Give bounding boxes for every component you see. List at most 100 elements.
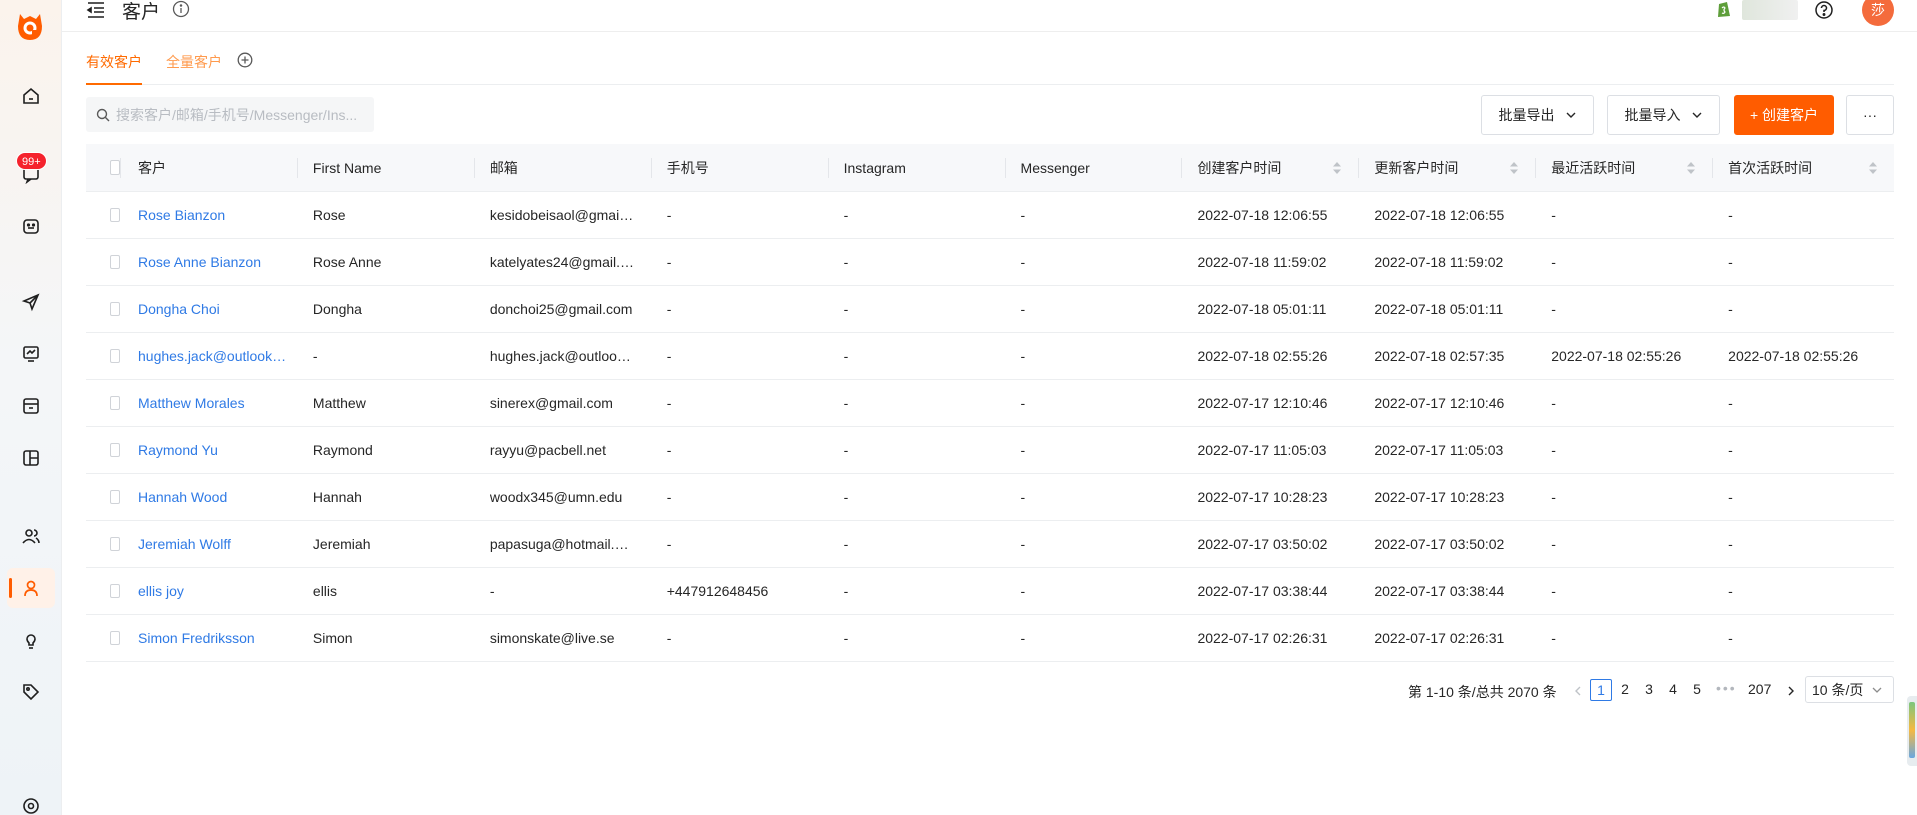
sidebar-item-home[interactable] <box>7 76 55 116</box>
table-row[interactable]: Rose Anne Bianzon Rose Anne katelyates24@g… <box>86 239 1894 286</box>
cell-messenger: - <box>1020 583 1026 599</box>
page-size-select[interactable]: 10 条/页 <box>1805 676 1894 703</box>
cell-phone: - <box>666 630 672 646</box>
row-checkbox[interactable] <box>110 537 120 551</box>
cell-messenger: - <box>1020 301 1026 317</box>
row-checkbox[interactable] <box>110 631 120 645</box>
customer-name-link[interactable]: Jeremiah Wolff <box>138 536 231 552</box>
info-icon[interactable] <box>172 0 190 18</box>
column-header-recent-active[interactable]: 最近活跃时间 <box>1535 144 1712 191</box>
sort-icon[interactable] <box>1686 161 1696 175</box>
row-checkbox-cell <box>86 427 120 473</box>
batch-import-button[interactable]: 批量导入 <box>1607 95 1720 135</box>
cell-recent-active: - <box>1535 192 1712 238</box>
select-all-checkbox[interactable] <box>110 160 120 175</box>
row-checkbox[interactable] <box>110 490 120 504</box>
table-row[interactable]: hughes.jack@outlook.com - hughes.jack@outl… <box>86 333 1894 380</box>
row-checkbox[interactable] <box>110 208 120 222</box>
cell-instagram: - <box>843 207 849 223</box>
customer-name-link[interactable]: Raymond Yu <box>138 442 218 458</box>
cell-instagram: - <box>828 239 1005 285</box>
customer-name-link[interactable]: ellis joy <box>138 583 184 599</box>
sidebar-item-inbox[interactable] <box>7 386 55 426</box>
customer-name-link[interactable]: Matthew Morales <box>138 395 245 411</box>
cell-recent-active: - <box>1551 536 1556 552</box>
cell-email: woodx345@umn.edu <box>489 489 623 505</box>
tab-active-customers[interactable]: 有效客户 <box>86 52 142 85</box>
row-checkbox[interactable] <box>110 584 120 598</box>
customer-name-link[interactable]: Hannah Wood <box>138 489 227 505</box>
batch-export-button[interactable]: 批量导出 <box>1481 95 1594 135</box>
next-page-icon[interactable] <box>1785 684 1797 698</box>
user-avatar[interactable]: 莎 <box>1862 0 1894 26</box>
row-checkbox[interactable] <box>110 349 120 363</box>
customer-name-link[interactable]: Rose Bianzon <box>138 207 225 223</box>
customer-name-cell: Simon Fredriksson <box>120 615 297 661</box>
sidebar-item-layout[interactable] <box>7 438 55 478</box>
page-5[interactable]: 5 <box>1686 679 1708 701</box>
cell-instagram: - <box>843 489 849 505</box>
customer-name-link[interactable]: Dongha Choi <box>138 301 220 317</box>
table-row[interactable]: Hannah Wood Hannah woodx345@umn.edu - - - 2022… <box>86 474 1894 521</box>
more-actions-button[interactable]: ··· <box>1846 95 1894 135</box>
page-4[interactable]: 4 <box>1662 679 1684 701</box>
cell-first-name: - <box>297 333 474 379</box>
table-row[interactable]: Matthew Morales Matthew sinerex@gmail.com -… <box>86 380 1894 427</box>
create-customer-button[interactable]: + 创建客户 <box>1734 95 1834 135</box>
shopify-icon[interactable] <box>1716 0 1732 18</box>
table-row[interactable]: Dongha Choi Dongha donchoi25@gmail.com - - - 2… <box>86 286 1894 333</box>
customer-name-link[interactable]: hughes.jack@outlook.com <box>138 348 288 364</box>
table-row[interactable]: Raymond Yu Raymond rayyu@pacbell.net - - - 202… <box>86 427 1894 474</box>
search-input[interactable] <box>116 106 366 123</box>
customer-name-link[interactable]: Simon Fredriksson <box>138 630 255 646</box>
sidebar-item-bot[interactable] <box>7 206 55 246</box>
row-checkbox[interactable] <box>110 302 120 316</box>
customer-name-cell: Rose Bianzon <box>120 192 297 238</box>
tab-all-customers[interactable]: 全量客户 <box>166 52 222 72</box>
page-2[interactable]: 2 <box>1614 679 1636 701</box>
sort-icon[interactable] <box>1868 161 1878 175</box>
column-header-created-time[interactable]: 创建客户时间 <box>1181 144 1358 191</box>
sidebar-item-team[interactable] <box>7 516 55 556</box>
customer-name-cell: Jeremiah Wolff <box>120 521 297 567</box>
sidebar-item-settings[interactable] <box>7 786 55 815</box>
sidebar-item-analytics[interactable] <box>7 334 55 374</box>
cell-created-time: 2022-07-17 11:05:03 <box>1181 427 1358 473</box>
sort-icon[interactable] <box>1332 161 1342 175</box>
column-header-first-active[interactable]: 首次活跃时间 <box>1712 144 1894 191</box>
row-checkbox[interactable] <box>110 255 120 269</box>
table-row[interactable]: Simon Fredriksson Simon simonskate@live.se… <box>86 615 1894 662</box>
cell-phone: - <box>651 192 828 238</box>
sidebar-item-campaign[interactable] <box>7 282 55 322</box>
cell-messenger: - <box>1020 207 1026 223</box>
sidebar-item-customers[interactable] <box>7 568 55 608</box>
cell-messenger: - <box>1005 474 1182 520</box>
customer-name-link[interactable]: Rose Anne Bianzon <box>138 254 261 270</box>
app-logo[interactable] <box>14 10 46 44</box>
column-header-updated-time[interactable]: 更新客户时间 <box>1358 144 1535 191</box>
cell-created-time: 2022-07-18 11:59:02 <box>1181 239 1358 285</box>
cell-messenger: - <box>1005 239 1182 285</box>
cell-email: kesidobeisaol@gmail.com <box>489 207 635 223</box>
table-row[interactable]: Rose Bianzon Rose kesidobeisaol@gmail.com -… <box>86 192 1894 239</box>
menu-fold-icon[interactable] <box>86 0 106 20</box>
row-checkbox[interactable] <box>110 396 120 410</box>
row-checkbox-cell <box>86 380 120 426</box>
cell-instagram: - <box>843 254 849 270</box>
floating-widget[interactable] <box>1907 696 1917 766</box>
page-ellipsis[interactable]: ••• <box>1716 680 1737 696</box>
help-icon[interactable] <box>1814 0 1834 20</box>
page-1[interactable]: 1 <box>1590 679 1612 701</box>
table-row[interactable]: ellis joy ellis - +447912648456 - - 2022-07-17… <box>86 568 1894 615</box>
cell-phone: - <box>651 286 828 332</box>
add-tab-icon[interactable] <box>237 52 253 68</box>
sort-icon[interactable] <box>1509 161 1519 175</box>
store-selector[interactable] <box>1742 0 1798 20</box>
page-last[interactable]: 207 <box>1744 679 1775 701</box>
customer-search[interactable] <box>86 97 374 132</box>
row-checkbox[interactable] <box>110 443 120 457</box>
page-3[interactable]: 3 <box>1638 679 1660 701</box>
table-row[interactable]: Jeremiah Wolff Jeremiah papasuga@hotmail.c… <box>86 521 1894 568</box>
sidebar-item-ideas[interactable] <box>7 620 55 660</box>
prev-page-icon[interactable] <box>1572 684 1584 698</box>
